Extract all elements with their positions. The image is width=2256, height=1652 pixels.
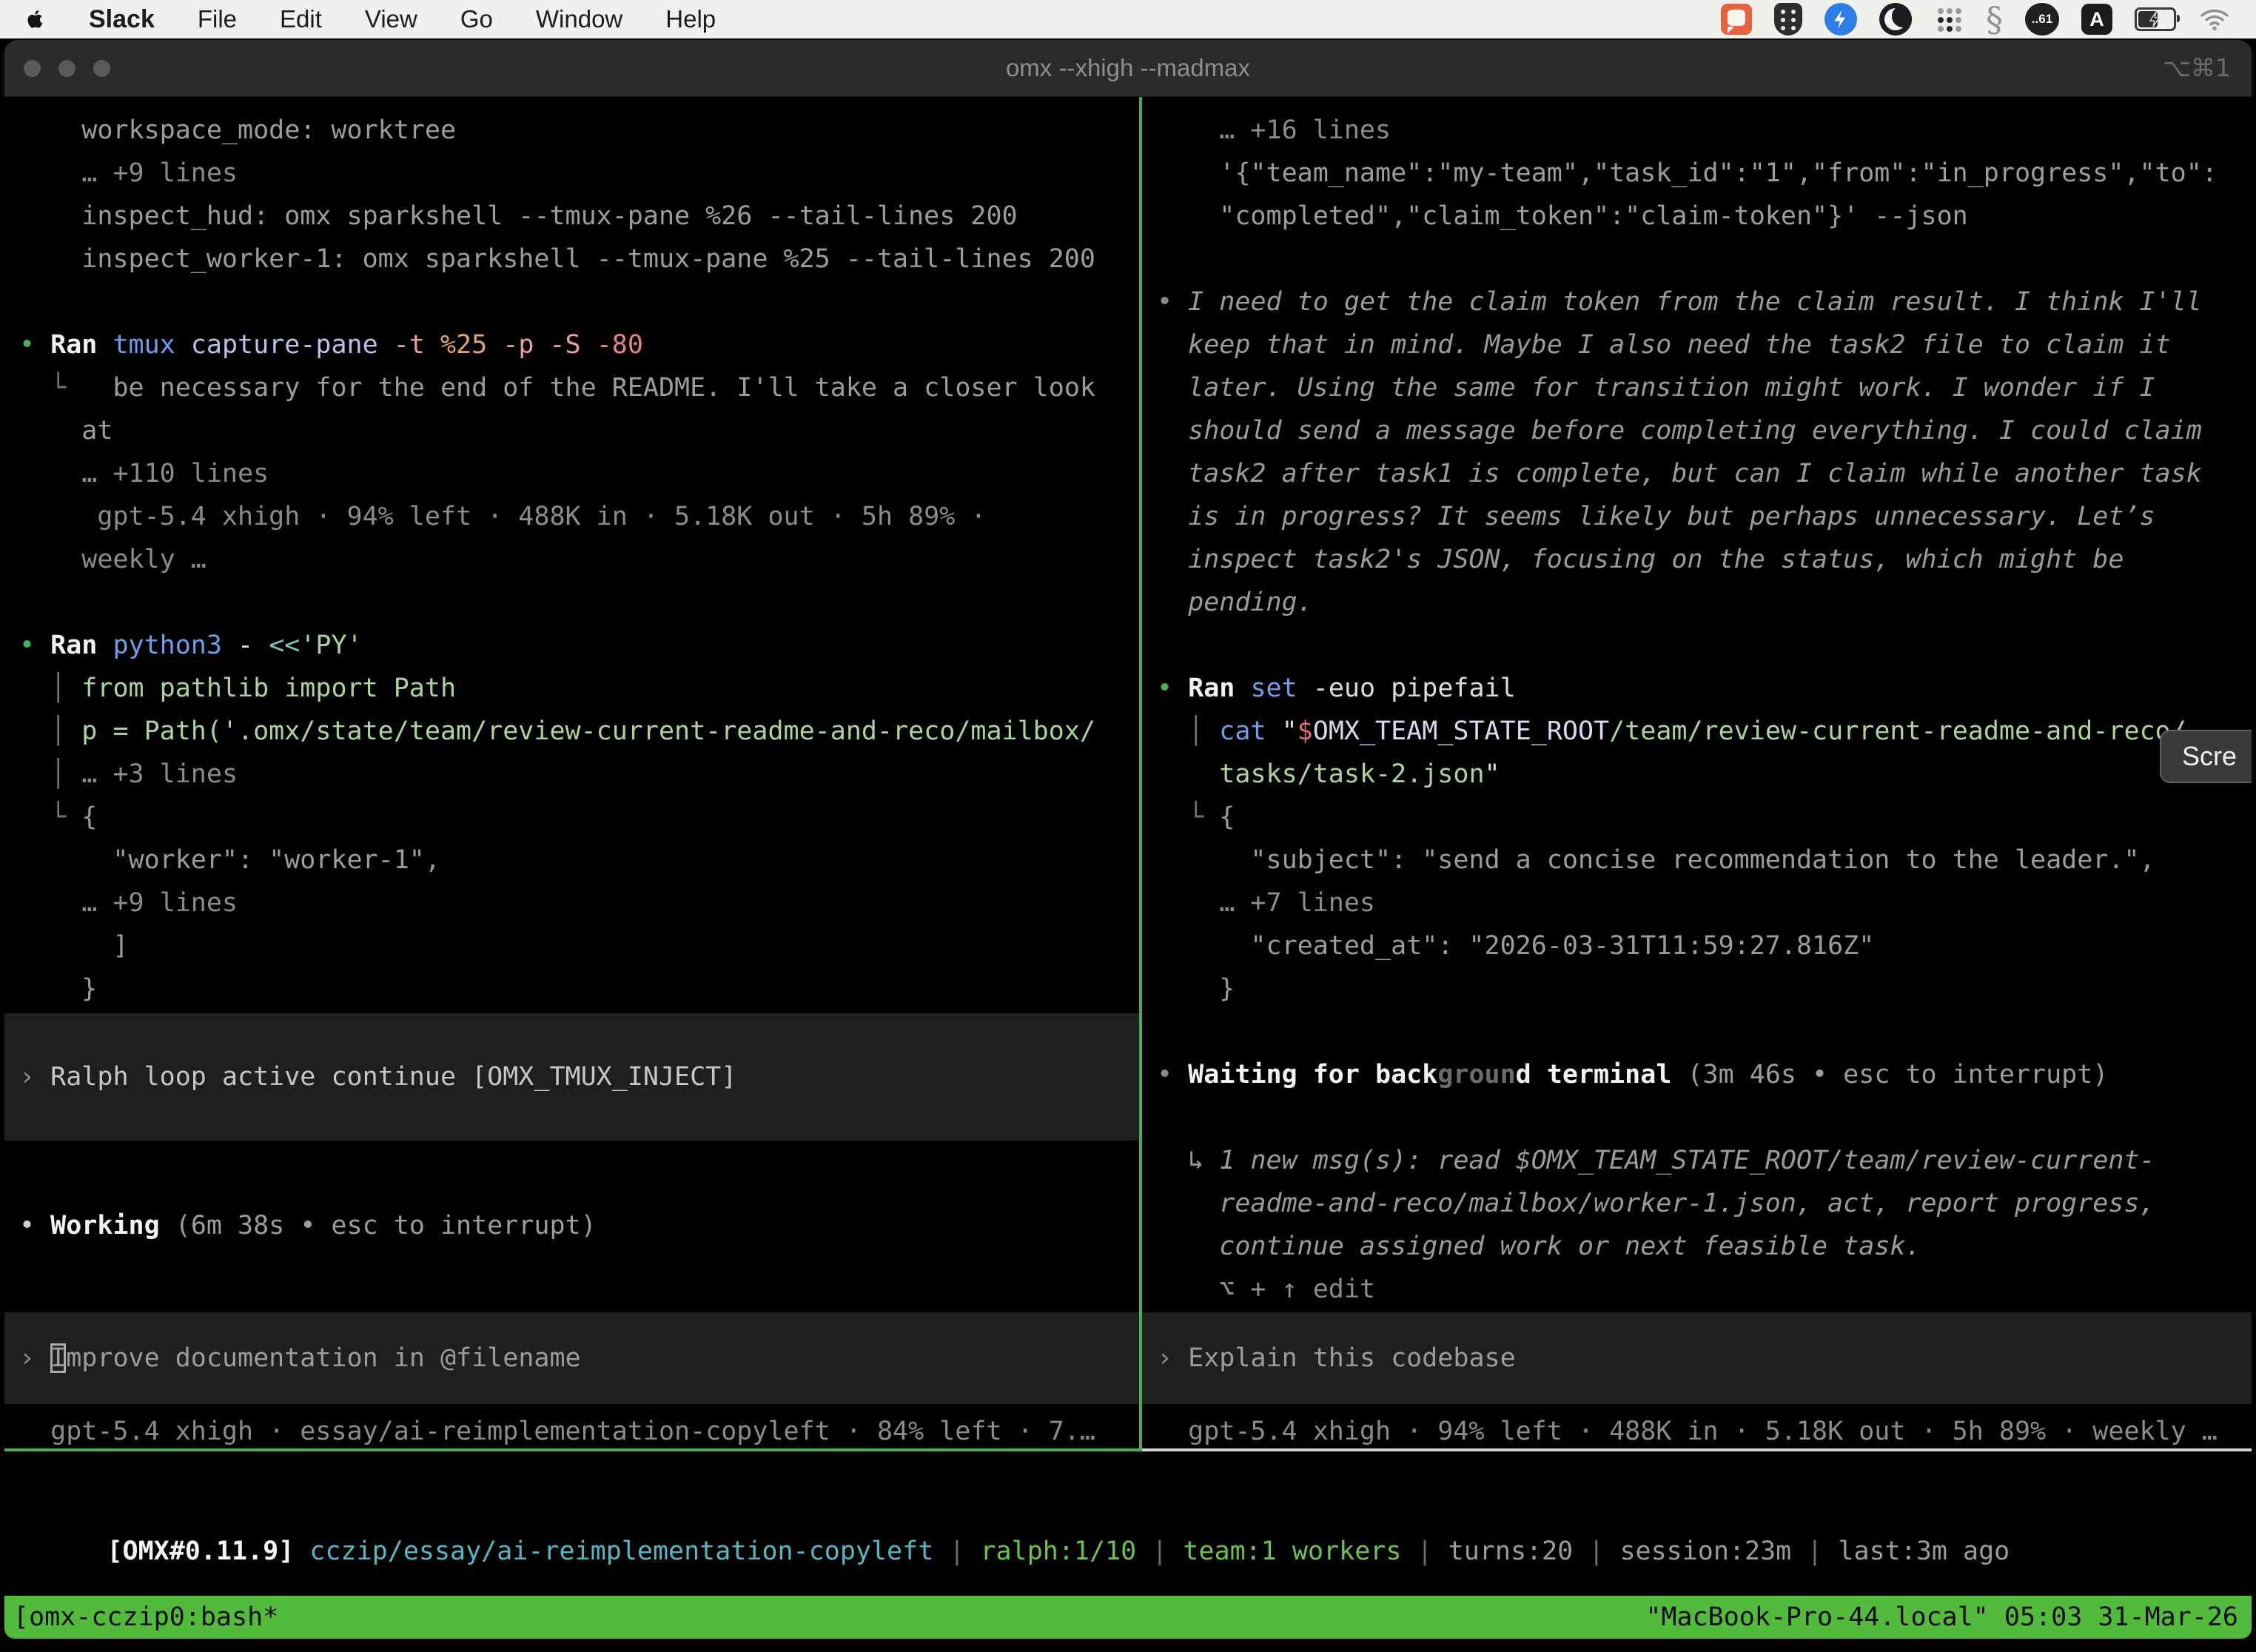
input-source-icon[interactable]: A — [2081, 4, 2112, 35]
terminal-line — [1157, 624, 2252, 667]
terminal-line: inspect task2's JSON, focusing on the st… — [1157, 538, 2252, 581]
left-pane-output: workspace_mode: worktree … +9 lines insp… — [19, 109, 1139, 1010]
terminal-line: ⌥ + ↑ edit — [1157, 1268, 2252, 1311]
right-pane-output: … +16 lines '{"team_name":"my-team","tas… — [1157, 109, 2252, 1311]
terminal-line: • Ran set -euo pipefail — [1157, 667, 2252, 710]
terminal-line: │ … +3 lines — [19, 753, 1139, 796]
menu-window[interactable]: Window — [536, 5, 622, 33]
terminal-line: gpt-5.4 xhigh · 94% left · 488K in · 5.1… — [19, 495, 1139, 538]
tmux-session-label[interactable]: [omx-cczip0:bash* — [13, 1596, 278, 1639]
terminal-line: • I need to get the claim token from the… — [1157, 281, 2252, 323]
terminal-line: tasks/task-2.json" — [1157, 753, 2252, 796]
terminal-line: • Waiting for background terminal (3m 46… — [1157, 1053, 2252, 1096]
wifi-icon[interactable] — [2198, 7, 2231, 32]
terminal-line: • Ran tmux capture-pane -t %25 -p -S -80 — [19, 323, 1139, 366]
terminal-window: omx --xhigh --madmax ⌥⌘1 workspace_mode:… — [4, 40, 2252, 1642]
window-title: omx --xhigh --madmax — [4, 40, 2252, 96]
terminal-line: keep that in mind. Maybe I also need the… — [1157, 323, 2252, 366]
terminal-line: inspect_hud: omx sparkshell --tmux-pane … — [19, 195, 1139, 238]
left-session-status: gpt-5.4 xhigh · essay/ai-reimplementatio… — [19, 1410, 1095, 1451]
terminal-content: workspace_mode: worktree … +9 lines insp… — [4, 97, 2252, 1642]
apple-menu[interactable] — [25, 7, 46, 32]
menu-bar: Slack File Edit View Go Window Help § ..… — [0, 0, 2256, 38]
terminal-line: │ cat "$OMX_TEAM_STATE_ROOT/team/review-… — [1157, 710, 2252, 753]
terminal-line: ↳ 1 new msg(s): read $OMX_TEAM_STATE_ROO… — [1157, 1139, 2252, 1182]
terminal-line: readme-and-reco/mailbox/worker-1.json, a… — [1157, 1182, 2252, 1225]
terminal-line: └ { — [1157, 796, 2252, 839]
terminal-line: └ { — [19, 796, 1139, 839]
ralph-loop-text: › Ralph loop active continue [OMX_TMUX_I… — [19, 1055, 736, 1098]
right-session-status: gpt-5.4 xhigh · 94% left · 488K in · 5.1… — [1157, 1410, 2218, 1451]
menu-go[interactable]: Go — [460, 5, 493, 33]
terminal-line: "worker": "worker-1", — [19, 839, 1139, 882]
terminal-line: "created_at": "2026-03-31T11:59:27.816Z" — [1157, 924, 2252, 967]
apple-icon — [25, 7, 46, 32]
terminal-line: ] — [19, 924, 1139, 967]
terminal-line: workspace_mode: worktree — [19, 109, 1139, 152]
dots-grid-icon[interactable] — [1934, 4, 1964, 34]
terminal-line: pending. — [1157, 581, 2252, 624]
tmux-host-clock: "MacBook-Pro-44.local" 05:03 31-Mar-26 — [1645, 1596, 2238, 1639]
menu-help[interactable]: Help — [665, 5, 716, 33]
left-input-text: › Improve documentation in @filename — [19, 1337, 581, 1380]
chat-app-icon[interactable] — [1721, 4, 1752, 35]
terminal-line: └ be necessary for the end of the README… — [19, 366, 1139, 409]
menu-file[interactable]: File — [198, 5, 237, 33]
terminal-line: "completed","claim_token":"claim-token"}… — [1157, 195, 2252, 238]
window-title-bar[interactable]: omx --xhigh --madmax ⌥⌘1 — [4, 40, 2252, 97]
terminal-line — [19, 281, 1139, 323]
terminal-line — [1157, 1010, 2252, 1053]
left-pane[interactable]: workspace_mode: worktree … +9 lines insp… — [4, 97, 1142, 1451]
terminal-line — [1157, 1096, 2252, 1139]
terminal-line: │ from pathlib import Path — [19, 667, 1139, 710]
terminal-line: continue assigned work or next feasible … — [1157, 1225, 2252, 1268]
ralph-loop-banner: › Ralph loop active continue [OMX_TMUX_I… — [4, 1013, 1139, 1141]
right-input-text: › Explain this codebase — [1157, 1337, 1516, 1380]
terminal-line: … +16 lines — [1157, 109, 2252, 152]
screen-tooltip: Scre — [2160, 730, 2252, 783]
terminal-line: … +7 lines — [1157, 882, 2252, 924]
left-prompt-input[interactable]: › Improve documentation in @filename — [4, 1312, 1139, 1404]
terminal-line: … +110 lines — [19, 452, 1139, 495]
terminal-line: inspect_worker-1: omx sparkshell --tmux-… — [19, 238, 1139, 281]
terminal-line — [19, 581, 1139, 624]
terminal-line: } — [1157, 967, 2252, 1010]
terminal-line: … +9 lines — [19, 882, 1139, 924]
battery-icon[interactable] — [2135, 7, 2176, 31]
menu-view[interactable]: View — [365, 5, 417, 33]
right-pane[interactable]: … +16 lines '{"team_name":"my-team","tas… — [1142, 97, 2252, 1451]
terminal-line: '{"team_name":"my-team","task_id":"1","f… — [1157, 152, 2252, 195]
terminal-line: at — [19, 409, 1139, 452]
terminal-line: • Ran python3 - <<'PY' — [19, 624, 1139, 667]
menu-edit[interactable]: Edit — [280, 5, 322, 33]
terminal-line — [1157, 238, 2252, 281]
terminal-line: task2 after task1 is complete, but can I… — [1157, 452, 2252, 495]
shield-grid-icon[interactable] — [1774, 3, 1802, 36]
crescent-circle-icon[interactable] — [1879, 3, 1912, 36]
right-prompt-input[interactable]: › Explain this codebase — [1142, 1312, 2252, 1404]
bolt-circle-icon[interactable] — [1824, 3, 1857, 36]
menu-status-icons: § ..61 A — [1721, 3, 2231, 36]
menu-app-name[interactable]: Slack — [89, 5, 155, 34]
terminal-line: │ p = Path('.omx/state/team/review-curre… — [19, 710, 1139, 753]
terminal-line: "subject": "send a concise recommendatio… — [1157, 839, 2252, 882]
terminal-line: … +9 lines — [19, 152, 1139, 195]
badge-61-icon[interactable]: ..61 — [2025, 3, 2059, 36]
squiggle-icon[interactable]: § — [1986, 3, 2003, 36]
terminal-line: later. Using the same for transition mig… — [1157, 366, 2252, 409]
terminal-line: should send a message before completing … — [1157, 409, 2252, 452]
terminal-line: } — [19, 967, 1139, 1010]
terminal-line: weekly … — [19, 538, 1139, 581]
working-status-line: • Working (6m 38s • esc to interrupt) — [19, 1204, 597, 1247]
terminal-line: is in progress? It seems likely but perh… — [1157, 495, 2252, 538]
window-shortcut: ⌥⌘1 — [2163, 40, 2231, 96]
tmux-status-bar[interactable]: [omx-cczip0:bash* "MacBook-Pro-44.local"… — [4, 1596, 2252, 1639]
